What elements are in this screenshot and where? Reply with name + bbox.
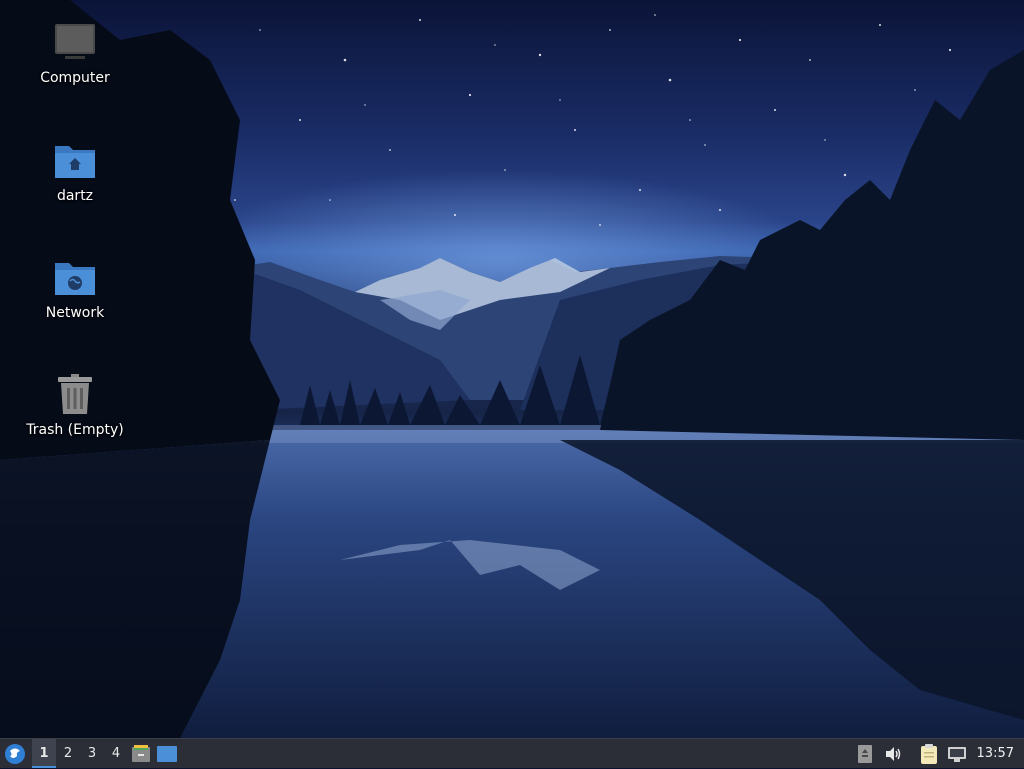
network-folder-icon	[55, 263, 95, 295]
desktop-icon-computer[interactable]: Computer	[20, 20, 130, 86]
show-desktop-launcher[interactable]	[154, 739, 180, 769]
tray-volume[interactable]	[879, 739, 907, 769]
workspace-2[interactable]: 2	[56, 739, 80, 768]
desktop-icon-label: Computer	[40, 70, 110, 86]
desktop-icon-label: dartz	[56, 188, 94, 204]
desktop-icon-trash[interactable]: Trash (Empty)	[20, 372, 130, 438]
taskbar: 1 2 3 4 13:57	[0, 738, 1024, 768]
workspace-4[interactable]: 4	[104, 739, 128, 768]
file-manager-icon	[132, 744, 150, 762]
system-tray: 13:57	[851, 739, 1024, 769]
desktop-icon-label: Trash (Empty)	[26, 422, 124, 438]
computer-icon	[55, 24, 95, 59]
usb-eject-icon	[857, 744, 872, 763]
desktop-icon-home-folder[interactable]: dartz	[20, 138, 130, 204]
tray-usb-eject[interactable]	[851, 739, 879, 769]
network-icon	[947, 746, 966, 762]
volume-icon	[885, 746, 900, 761]
start-menu-icon	[5, 743, 25, 764]
clock[interactable]: 13:57	[971, 746, 1024, 761]
desktop-wallpaper	[0, 0, 1024, 738]
tray-network[interactable]	[943, 739, 971, 769]
desktop-icon-network[interactable]: Network	[20, 255, 130, 321]
workspace-1[interactable]: 1	[32, 739, 56, 768]
clipboard-icon	[920, 743, 937, 764]
start-menu-button[interactable]	[0, 739, 30, 769]
trash-icon	[58, 374, 92, 414]
workspace-3[interactable]: 3	[80, 739, 104, 768]
workspace-switcher: 1 2 3 4	[32, 739, 128, 768]
tray-clipboard[interactable]	[915, 739, 943, 769]
file-manager-launcher[interactable]	[128, 739, 154, 769]
home-folder-icon	[55, 146, 95, 178]
show-desktop-icon	[157, 745, 177, 762]
desktop-icon-label: Network	[45, 305, 105, 321]
wallpaper-landscape	[0, 0, 1024, 738]
